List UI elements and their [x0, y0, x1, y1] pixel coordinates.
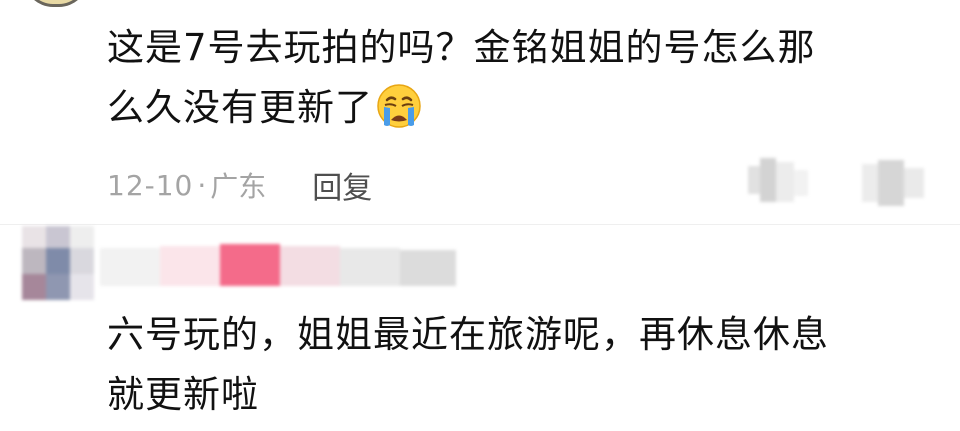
reply-line: 六号玩的，姐姐最近在旅游呢，再休息休息: [107, 305, 907, 365]
avatar[interactable]: [24, 0, 88, 7]
avatar[interactable]: [22, 226, 94, 304]
comment-meta: 12-10 · 广东 回复: [107, 163, 372, 207]
comment-date: 12-10: [107, 168, 194, 202]
like-icon[interactable]: [748, 158, 810, 206]
comment-thread: 这是7号去玩拍的吗？金铭姐姐的号怎么那 么久没有更新了 12-10 · 广东 回…: [0, 0, 960, 431]
comment-line: 么久没有更新了: [107, 78, 907, 138]
comment-text-line-2: 么久没有更新了: [107, 86, 373, 129]
crying-face-icon: [377, 84, 421, 128]
dislike-icon[interactable]: [862, 160, 928, 206]
reply-body: 六号玩的，姐姐最近在旅游呢，再休息休息 就更新啦: [107, 305, 907, 425]
reply-text-line-1: 六号玩的，姐姐最近在旅游呢，再休息休息: [107, 313, 829, 356]
reply-user-header: [0, 220, 960, 300]
comment-location: 广东: [210, 170, 267, 203]
comment-text-line-1: 这是7号去玩拍的吗？金铭姐姐的号怎么那: [107, 26, 816, 69]
username[interactable]: [100, 242, 460, 292]
reply-button[interactable]: 回复: [312, 163, 372, 207]
meta-separator: ·: [197, 168, 207, 202]
comment-body: 这是7号去玩拍的吗？金铭姐姐的号怎么那 么久没有更新了: [107, 18, 907, 138]
comment-line: 这是7号去玩拍的吗？金铭姐姐的号怎么那: [107, 18, 907, 78]
reply-line: 就更新啦: [107, 365, 907, 425]
reply-text-line-2: 就更新啦: [107, 373, 259, 416]
